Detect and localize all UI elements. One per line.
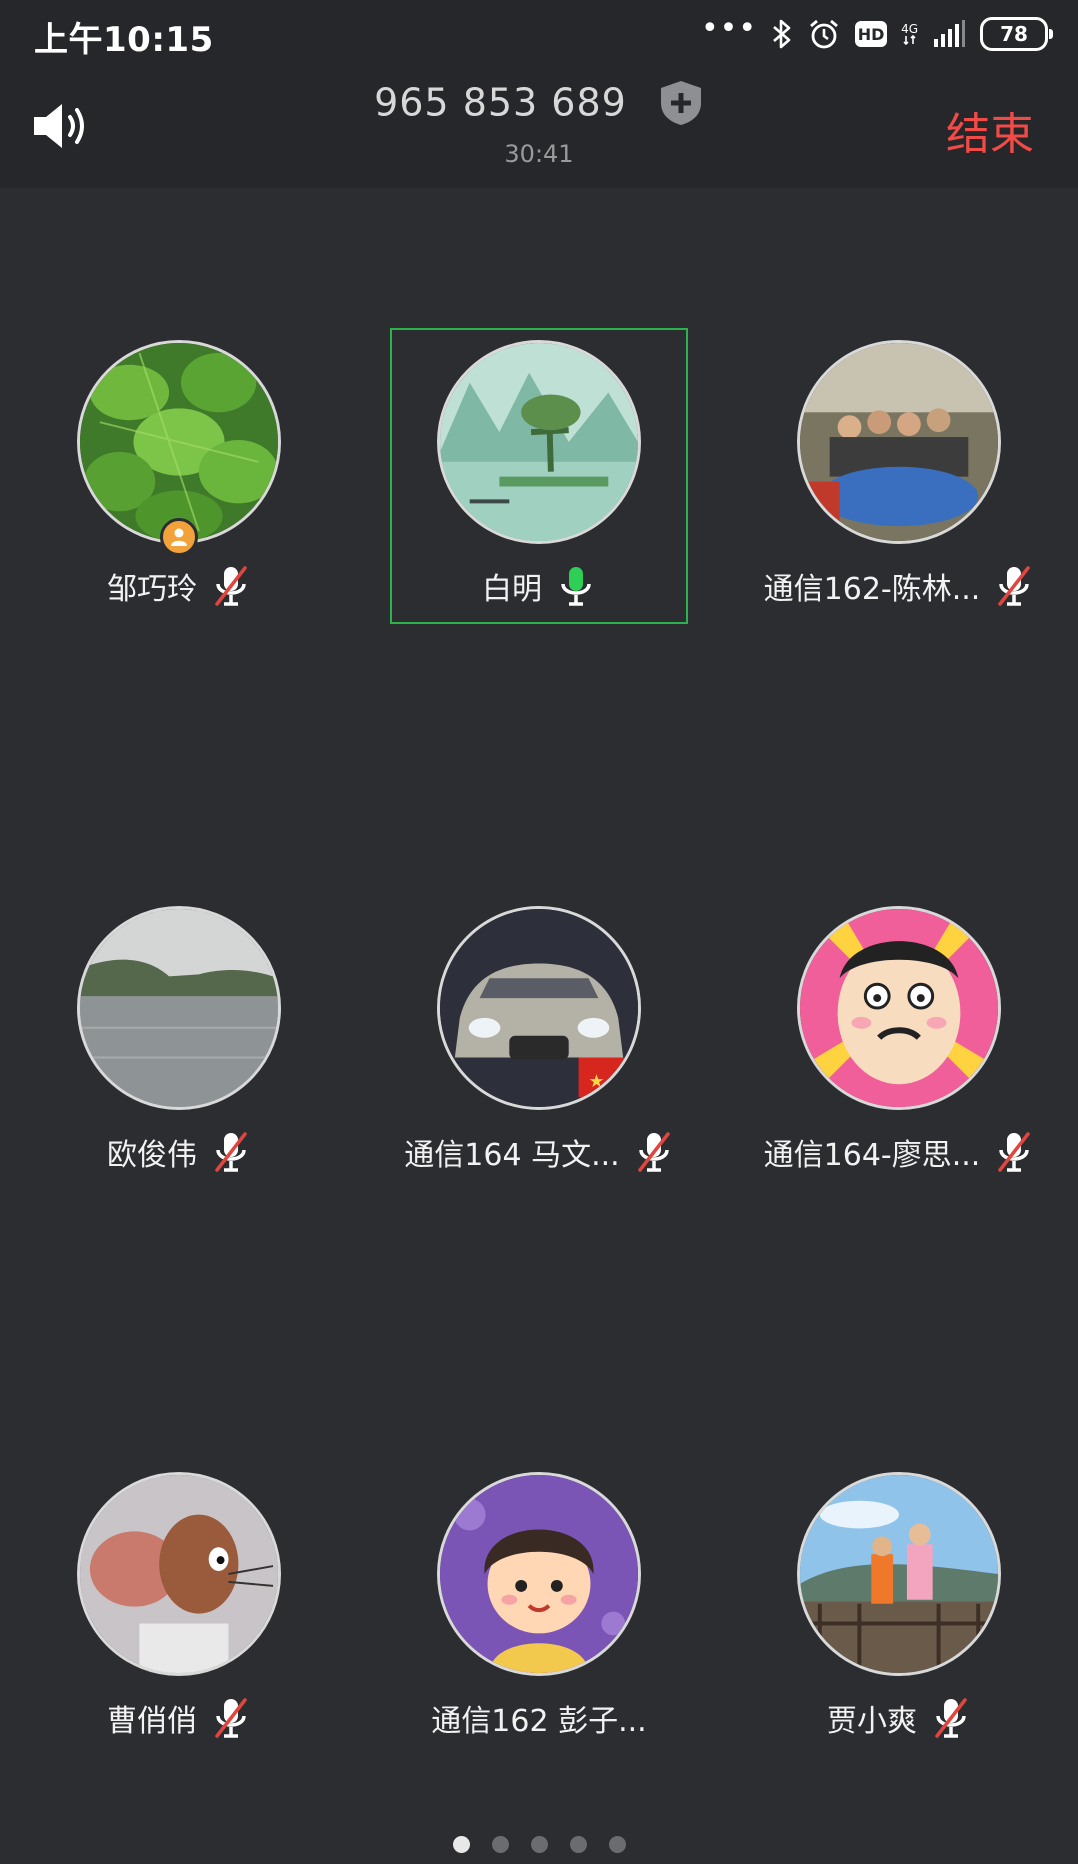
avatar [437, 340, 641, 544]
participant-tile[interactable]: 曹俏俏 [29, 1472, 329, 1772]
mic-muted-icon [998, 1132, 1031, 1172]
mic-muted-icon [998, 566, 1031, 606]
participant-tile[interactable]: ★ 通信164 马文... [389, 906, 689, 1206]
bluetooth-icon [771, 18, 793, 50]
avatar [77, 906, 281, 1110]
avatar [797, 906, 1001, 1110]
participant-name: 贾小爽 [827, 1704, 917, 1739]
page-dot[interactable] [569, 1836, 587, 1853]
host-badge-icon [160, 518, 198, 556]
page-dot[interactable] [452, 1836, 470, 1853]
participant-name-row: 曹俏俏 [29, 1696, 329, 1740]
status-time: 上午10:15 [34, 20, 214, 60]
mic-muted-icon [215, 1698, 247, 1738]
participant-tile[interactable]: 通信164-廖思... [749, 906, 1049, 1206]
alarm-icon [807, 17, 841, 51]
participant-name-row: 通信162 彭子... [389, 1696, 689, 1740]
avatar: ★ [437, 906, 641, 1110]
participant-name-row: 通信164-廖思... [749, 1130, 1049, 1174]
call-header: 上午10:15 ••• HD 4G 78 965 853 689 30:41 结… [0, 0, 1078, 188]
hd-icon: HD [855, 21, 888, 47]
participant-tile[interactable]: 贾小爽 [749, 1472, 1049, 1772]
more-dots-icon: ••• [700, 11, 758, 46]
mic-muted-icon [215, 1132, 247, 1172]
participant-name: 通信162 彭子... [431, 1704, 647, 1739]
signal-icon [932, 19, 966, 49]
page-dot[interactable] [491, 1836, 509, 1853]
participant-name-row: 邹巧玲 [29, 564, 329, 608]
participant-name-row: 欧俊伟 [29, 1130, 329, 1174]
svg-text:★: ★ [589, 1071, 605, 1092]
participant-name-row: 白明 [389, 564, 689, 608]
page-dot[interactable] [608, 1836, 626, 1853]
participant-tile[interactable]: 通信162 彭子... [389, 1472, 689, 1772]
meeting-number-text: 965 853 689 [374, 80, 627, 125]
participant-name: 白明 [482, 572, 542, 607]
battery-icon: 78 [980, 17, 1053, 51]
avatar [77, 1472, 281, 1676]
call-duration: 30:41 [504, 140, 574, 168]
mic-muted-icon [935, 1698, 967, 1738]
participant-name: 通信164 马文... [404, 1138, 620, 1173]
participant-name: 通信162-陈林... [763, 572, 981, 607]
end-call-button[interactable]: 结束 [946, 98, 1034, 162]
network-label: 4G [901, 22, 918, 36]
page-indicator[interactable] [0, 1836, 1078, 1853]
participant-tile[interactable]: 欧俊伟 [29, 906, 329, 1206]
shield-plus-icon [660, 80, 701, 125]
mic-muted-icon [215, 566, 247, 606]
participant-tile[interactable]: 白明 [389, 340, 689, 640]
network-4g-icon: 4G [901, 23, 918, 45]
participant-name-row: 贾小爽 [749, 1696, 1049, 1740]
page-dot[interactable] [530, 1836, 548, 1853]
avatar [797, 1472, 1001, 1676]
avatar [77, 340, 281, 544]
mic-muted-icon [637, 1132, 670, 1172]
participant-name-row: 通信164 马文... [389, 1130, 689, 1174]
meeting-number: 965 853 689 [0, 78, 1078, 127]
participant-tile[interactable]: 邹巧玲 [29, 340, 329, 640]
participant-name: 邹巧玲 [107, 572, 197, 607]
avatar [437, 1472, 641, 1676]
participant-name: 欧俊伟 [107, 1138, 197, 1173]
participant-name: 通信164-廖思... [763, 1138, 981, 1173]
participant-tile[interactable]: 通信162-陈林... [749, 340, 1049, 640]
status-icons: ••• HD 4G 78 [700, 11, 1053, 54]
participant-name-row: 通信162-陈林... [749, 564, 1049, 608]
participant-name: 曹俏俏 [107, 1704, 197, 1739]
avatar [797, 340, 1001, 544]
mic-active-icon [561, 567, 591, 606]
